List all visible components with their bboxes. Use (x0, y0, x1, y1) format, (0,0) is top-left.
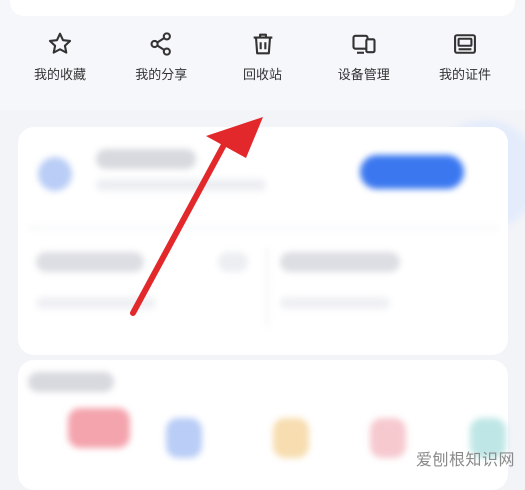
blurred-stat-right (280, 252, 400, 272)
blurred-stat-right-sub (280, 297, 390, 309)
quick-actions-card: 我的收藏 我的分享 回收站 设备管理 我的证件 (0, 0, 525, 110)
my-documents-label: 我的证件 (438, 68, 491, 83)
my-documents-button[interactable]: 我的证件 (420, 30, 510, 92)
blurred-tool-4[interactable] (370, 418, 406, 458)
blurred-username (96, 149, 196, 169)
blurred-tools-panel (18, 360, 508, 490)
devices-icon (352, 34, 376, 54)
avatar (38, 157, 72, 191)
blurred-vertical-divider (266, 247, 268, 327)
my-favorites-button[interactable]: 我的收藏 (15, 30, 105, 92)
blurred-subtitle (96, 179, 266, 191)
blurred-stat-left (36, 252, 144, 272)
my-shares-button[interactable]: 我的分享 (116, 30, 206, 92)
star-icon (48, 32, 72, 54)
quick-actions-row: 我的收藏 我的分享 回收站 设备管理 我的证件 (15, 30, 510, 92)
device-management-label: 设备管理 (337, 68, 390, 83)
share-icon (150, 32, 172, 56)
blurred-action-button[interactable] (360, 155, 464, 189)
blurred-tool-2[interactable] (166, 418, 202, 458)
blurred-stat-mid-icon (218, 252, 248, 272)
blurred-tool-1[interactable] (68, 408, 130, 448)
recycle-bin-button[interactable]: 回收站 (218, 30, 308, 92)
trash-icon (253, 33, 272, 55)
card-top-edge (10, 0, 515, 16)
blurred-section-title (28, 372, 114, 392)
blurred-account-panel (18, 127, 508, 355)
recycle-bin-label: 回收站 (242, 68, 282, 83)
device-management-button[interactable]: 设备管理 (319, 30, 409, 92)
blurred-stat-left-sub (36, 297, 156, 309)
my-favorites-label: 我的收藏 (33, 68, 86, 83)
blurred-divider (28, 227, 498, 229)
my-shares-label: 我的分享 (135, 68, 188, 83)
id-card-icon (454, 34, 476, 54)
blurred-tool-3[interactable] (273, 418, 309, 458)
watermark: 爱刨根知识网 (415, 450, 515, 469)
